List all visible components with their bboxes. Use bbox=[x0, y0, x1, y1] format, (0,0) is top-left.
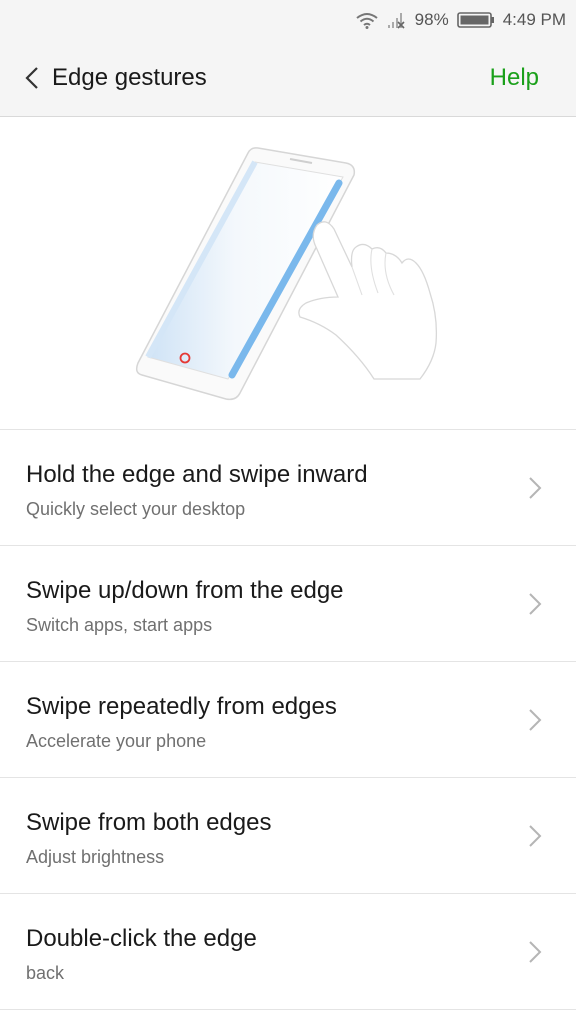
chevron-right-icon bbox=[529, 825, 542, 847]
phone-edge-swipe-illustration bbox=[135, 147, 438, 401]
help-button[interactable]: Help bbox=[490, 64, 539, 92]
chevron-right-icon bbox=[529, 941, 542, 963]
status-bar: 98% 4:49 PM bbox=[0, 0, 576, 40]
signal-icon bbox=[387, 11, 407, 29]
status-time: 4:49 PM bbox=[502, 10, 566, 29]
app-bar: Edge gestures Help bbox=[0, 40, 576, 117]
battery-percent: 98% bbox=[414, 10, 449, 29]
list-item-title: Swipe up/down from the edge bbox=[26, 577, 344, 604]
gesture-list: Hold the edge and swipe inward Quickly s… bbox=[0, 430, 576, 1010]
chevron-right-icon bbox=[529, 477, 542, 499]
list-item-title: Hold the edge and swipe inward bbox=[26, 461, 368, 488]
back-button[interactable] bbox=[8, 40, 56, 117]
list-item-subtitle: back bbox=[26, 963, 65, 983]
list-item-swipe-repeatedly[interactable]: Swipe repeatedly from edges Accelerate y… bbox=[0, 662, 576, 778]
list-item-subtitle: Switch apps, start apps bbox=[26, 615, 213, 635]
list-item-subtitle: Accelerate your phone bbox=[26, 731, 207, 751]
chevron-right-icon bbox=[529, 709, 542, 731]
page-title: Edge gestures bbox=[52, 64, 207, 91]
gesture-illustration bbox=[0, 117, 576, 430]
list-item-title: Double-click the edge bbox=[26, 925, 257, 952]
battery-icon bbox=[456, 11, 495, 29]
list-item-title: Swipe from both edges bbox=[26, 809, 272, 836]
list-item-swipe-up-down[interactable]: Swipe up/down from the edge Switch apps,… bbox=[0, 546, 576, 662]
list-item-subtitle: Adjust brightness bbox=[26, 847, 165, 867]
chevron-left-icon bbox=[25, 67, 38, 89]
list-item-double-click-edge[interactable]: Double-click the edge back bbox=[0, 894, 576, 1010]
chevron-right-icon bbox=[529, 593, 542, 615]
list-item-swipe-both-edges[interactable]: Swipe from both edges Adjust brightness bbox=[0, 778, 576, 894]
list-item-hold-swipe-inward[interactable]: Hold the edge and swipe inward Quickly s… bbox=[0, 430, 576, 546]
list-item-subtitle: Quickly select your desktop bbox=[26, 499, 246, 519]
list-item-title: Swipe repeatedly from edges bbox=[26, 693, 337, 720]
wifi-icon bbox=[355, 11, 379, 29]
